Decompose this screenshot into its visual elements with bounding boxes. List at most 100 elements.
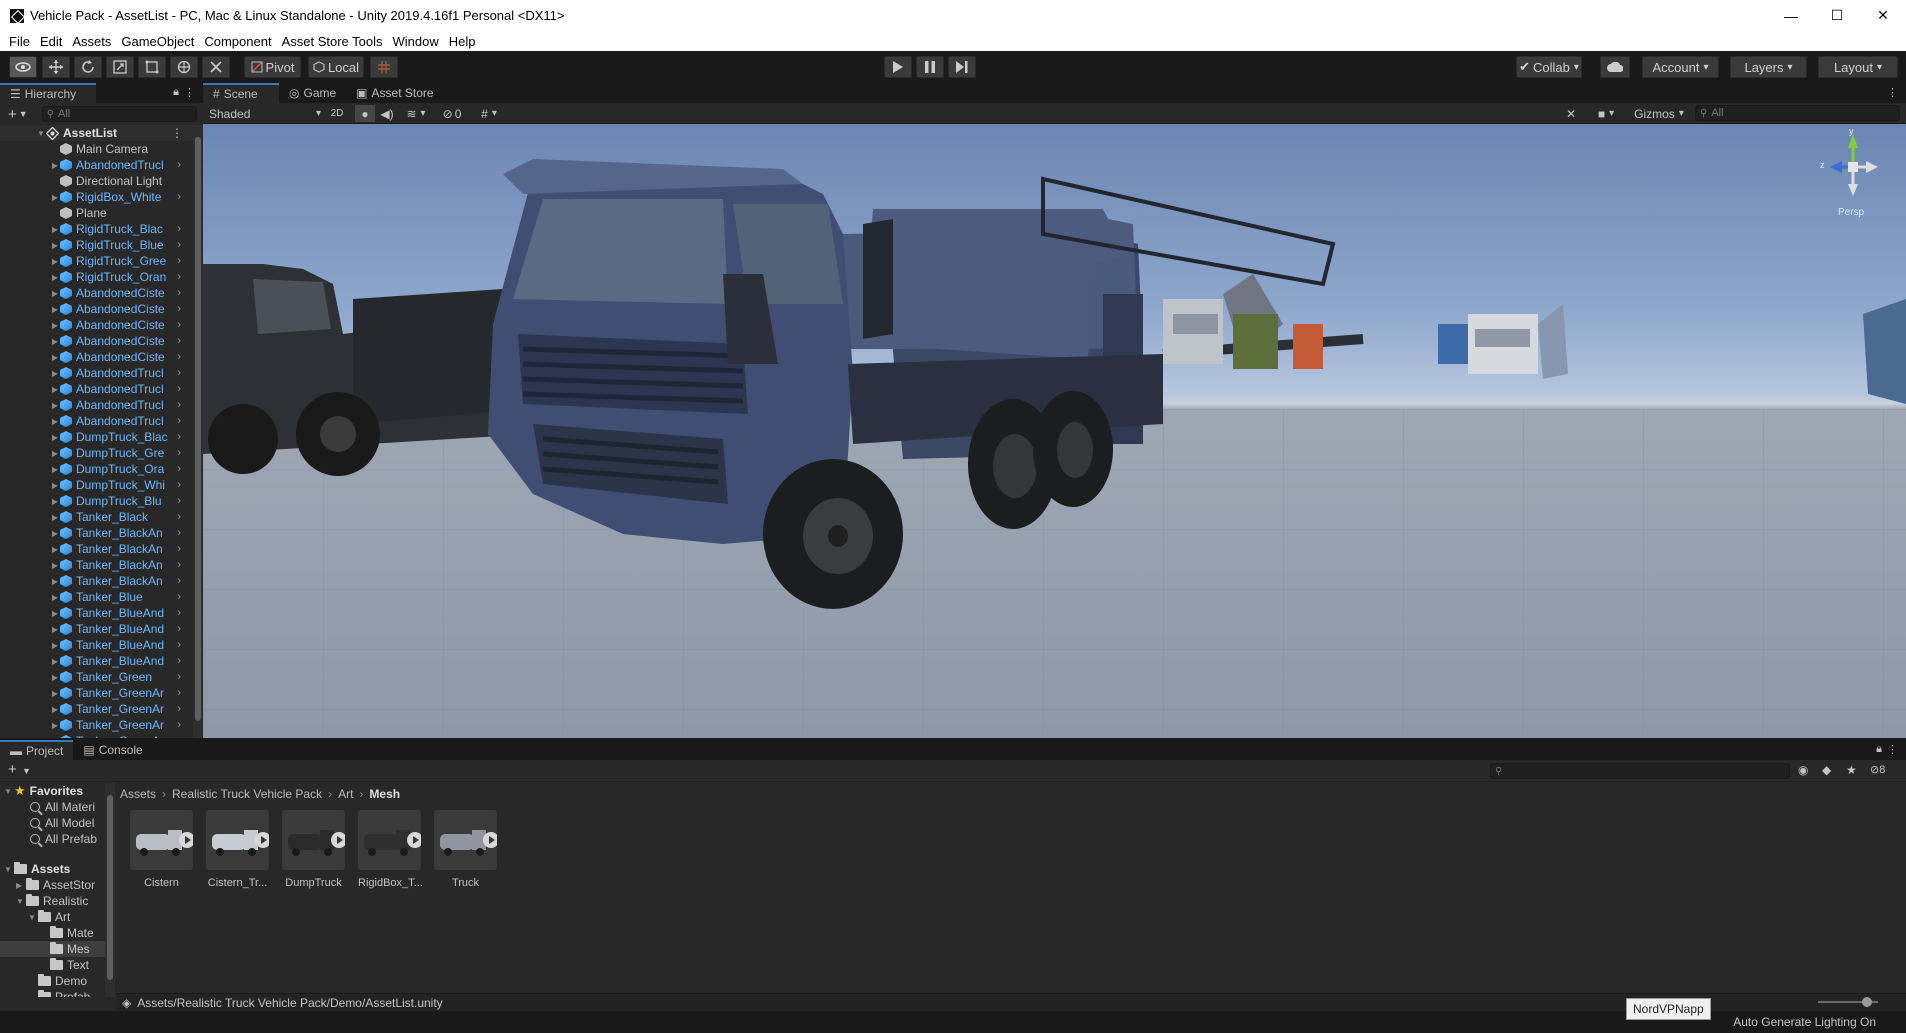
expand-arrow-icon[interactable]: ▶ bbox=[50, 465, 60, 474]
tab-project[interactable]: ▬ Project bbox=[0, 740, 74, 760]
open-prefab-chevron-icon[interactable]: › bbox=[177, 607, 181, 619]
open-prefab-chevron-icon[interactable]: › bbox=[177, 671, 181, 683]
pivot-toggle[interactable]: Pivot bbox=[244, 56, 301, 78]
menu-help[interactable]: Help bbox=[444, 34, 481, 49]
maximize-button[interactable]: ☐ bbox=[1814, 0, 1860, 31]
project-panel-menu-icon[interactable]: ⋮ bbox=[1887, 743, 1898, 756]
hierarchy-item[interactable]: ▶ AbandonedCiste › bbox=[0, 301, 193, 317]
tab-console[interactable]: ▤ Console bbox=[73, 740, 152, 760]
hierarchy-item[interactable]: Directional Light bbox=[0, 173, 193, 189]
favorites-item[interactable]: All Materi bbox=[0, 799, 114, 815]
step-button[interactable] bbox=[948, 56, 976, 78]
breadcrumb-mesh[interactable]: Mesh bbox=[369, 787, 400, 801]
breadcrumb-realistic-truck[interactable]: Realistic Truck Vehicle Pack bbox=[172, 787, 322, 801]
menu-edit[interactable]: Edit bbox=[35, 34, 67, 49]
expand-play-icon[interactable] bbox=[407, 832, 421, 848]
breadcrumb-art[interactable]: Art bbox=[338, 787, 353, 801]
favorites-row[interactable]: ▼ ★ Favorites bbox=[0, 783, 114, 799]
project-folder-tree[interactable]: ▼ ★ Favorites All Materi All Model All Pre… bbox=[0, 783, 115, 997]
expand-arrow-icon[interactable]: ▶ bbox=[50, 705, 60, 714]
menu-asset-store-tools[interactable]: Asset Store Tools bbox=[277, 34, 388, 49]
open-prefab-chevron-icon[interactable]: › bbox=[177, 703, 181, 715]
open-prefab-chevron-icon[interactable]: › bbox=[177, 719, 181, 731]
hierarchy-item[interactable]: ▶ AbandonedCiste › bbox=[0, 317, 193, 333]
asset-tile[interactable]: RigidBox_T... bbox=[358, 810, 423, 889]
expand-arrow-icon[interactable]: ▼ bbox=[16, 897, 26, 906]
folder-tree-item[interactable]: Demo bbox=[0, 973, 114, 989]
camera-dropdown[interactable]: ■ bbox=[1587, 105, 1625, 122]
expand-arrow-icon[interactable]: ▶ bbox=[50, 225, 60, 234]
hierarchy-item[interactable]: ▶ Tanker_BlackAn › bbox=[0, 541, 193, 557]
expand-arrow-icon[interactable]: ▶ bbox=[50, 193, 60, 202]
expand-play-icon[interactable] bbox=[179, 832, 193, 848]
expand-arrow-icon[interactable]: ▶ bbox=[50, 529, 60, 538]
folder-tree-item[interactable]: ▼ Assets bbox=[0, 861, 114, 877]
play-button[interactable] bbox=[884, 56, 912, 78]
scene-viewport[interactable]: y z Persp bbox=[203, 124, 1906, 738]
hidden-packages-toggle[interactable]: ⊘8 bbox=[1870, 763, 1885, 776]
folder-tree-item[interactable]: Text bbox=[0, 957, 114, 973]
asset-tile[interactable]: Cistern bbox=[130, 810, 193, 889]
layers-dropdown[interactable]: Layers bbox=[1730, 56, 1807, 78]
hierarchy-item[interactable]: ▶ RigidTruck_Gree › bbox=[0, 253, 193, 269]
local-toggle[interactable]: Local bbox=[308, 56, 364, 78]
expand-arrow-icon[interactable]: ▼ bbox=[4, 787, 14, 796]
open-prefab-chevron-icon[interactable]: › bbox=[177, 159, 181, 171]
hierarchy-item[interactable]: ▶ Tanker_Black › bbox=[0, 509, 193, 525]
slider-handle[interactable] bbox=[1862, 997, 1872, 1007]
expand-arrow-icon[interactable]: ▶ bbox=[50, 593, 60, 602]
folder-tree-scrollbar[interactable] bbox=[105, 783, 115, 997]
hierarchy-item[interactable]: ▶ DumpTruck_Whi › bbox=[0, 477, 193, 493]
open-prefab-chevron-icon[interactable]: › bbox=[177, 399, 181, 411]
expand-arrow-icon[interactable]: ▶ bbox=[50, 577, 60, 586]
lock-icon[interactable]: 🔒︎ bbox=[173, 86, 179, 99]
expand-arrow-icon[interactable]: ▶ bbox=[50, 353, 60, 362]
project-create-chevron-icon[interactable]: ▼ bbox=[22, 766, 31, 776]
grid-dropdown[interactable]: # bbox=[471, 105, 507, 122]
hierarchy-item[interactable]: ▶ DumpTruck_Blac › bbox=[0, 429, 193, 445]
open-prefab-chevron-icon[interactable]: › bbox=[177, 543, 181, 555]
menu-gameobject[interactable]: GameObject bbox=[116, 34, 199, 49]
menu-component[interactable]: Component bbox=[199, 34, 276, 49]
move-tool-button[interactable] bbox=[42, 56, 70, 78]
hierarchy-item[interactable]: ▶ AbandonedTrucl › bbox=[0, 365, 193, 381]
close-button[interactable]: ✕ bbox=[1860, 0, 1906, 31]
hierarchy-item[interactable]: ▶ DumpTruck_Gre › bbox=[0, 445, 193, 461]
scene-search-input[interactable]: ⚲ All bbox=[1695, 105, 1900, 121]
expand-arrow-icon[interactable]: ▶ bbox=[50, 497, 60, 506]
hierarchy-tree[interactable]: ▼ AssetList ⋮ Main Camera ▶ AbandonedTrucl… bbox=[0, 125, 193, 738]
hidden-objects-toggle[interactable]: ⊘ 0 bbox=[437, 105, 467, 122]
hierarchy-item[interactable]: Plane bbox=[0, 205, 193, 221]
hierarchy-item[interactable]: ▶ RigidTruck_Blac › bbox=[0, 221, 193, 237]
cloud-button[interactable] bbox=[1600, 56, 1630, 78]
folder-tree-item[interactable]: Mate bbox=[0, 925, 114, 941]
hierarchy-item[interactable]: ▶ Tanker_BlueAnd › bbox=[0, 653, 193, 669]
expand-arrow-icon[interactable]: ▶ bbox=[50, 337, 60, 346]
hierarchy-item[interactable]: ▶ DumpTruck_Ora › bbox=[0, 461, 193, 477]
expand-arrow-icon[interactable]: ▶ bbox=[50, 401, 60, 410]
2d-toggle[interactable]: 2D bbox=[327, 105, 347, 122]
expand-arrow-icon[interactable]: ▶ bbox=[50, 481, 60, 490]
folder-tree-scroll-thumb[interactable] bbox=[107, 795, 113, 980]
favorites-item[interactable]: All Model bbox=[0, 815, 114, 831]
hierarchy-item[interactable]: ▶ AbandonedTrucl › bbox=[0, 397, 193, 413]
folder-tree-item[interactable]: Mes bbox=[0, 941, 114, 957]
expand-play-icon[interactable] bbox=[483, 832, 497, 848]
scene-menu-icon[interactable]: ⋮ bbox=[171, 126, 183, 140]
menu-assets[interactable]: Assets bbox=[67, 34, 116, 49]
expand-arrow-icon[interactable]: ▶ bbox=[50, 449, 60, 458]
expand-arrow-icon[interactable]: ▶ bbox=[50, 641, 60, 650]
search-by-type-icon[interactable]: ◉ bbox=[1798, 763, 1808, 777]
expand-play-icon[interactable] bbox=[255, 832, 269, 848]
hierarchy-item[interactable]: ▶ RigidBox_White › bbox=[0, 189, 193, 205]
open-prefab-chevron-icon[interactable]: › bbox=[177, 303, 181, 315]
folder-tree-item[interactable]: ▶ AssetStor bbox=[0, 877, 114, 893]
hierarchy-item[interactable]: ▶ Tanker_GreenAr › bbox=[0, 717, 193, 733]
hierarchy-item[interactable]: ▶ Tanker_Green › bbox=[0, 669, 193, 685]
transform-tool-button[interactable] bbox=[170, 56, 198, 78]
asset-tile[interactable]: DumpTruck bbox=[282, 810, 345, 889]
hierarchy-item[interactable]: ▶ Tanker_BlackAn › bbox=[0, 573, 193, 589]
hierarchy-item[interactable]: ▶ Tanker_BlueAnd › bbox=[0, 637, 193, 653]
thumbnail-size-slider[interactable] bbox=[1818, 997, 1878, 1007]
expand-arrow-icon[interactable]: ▶ bbox=[16, 881, 26, 890]
